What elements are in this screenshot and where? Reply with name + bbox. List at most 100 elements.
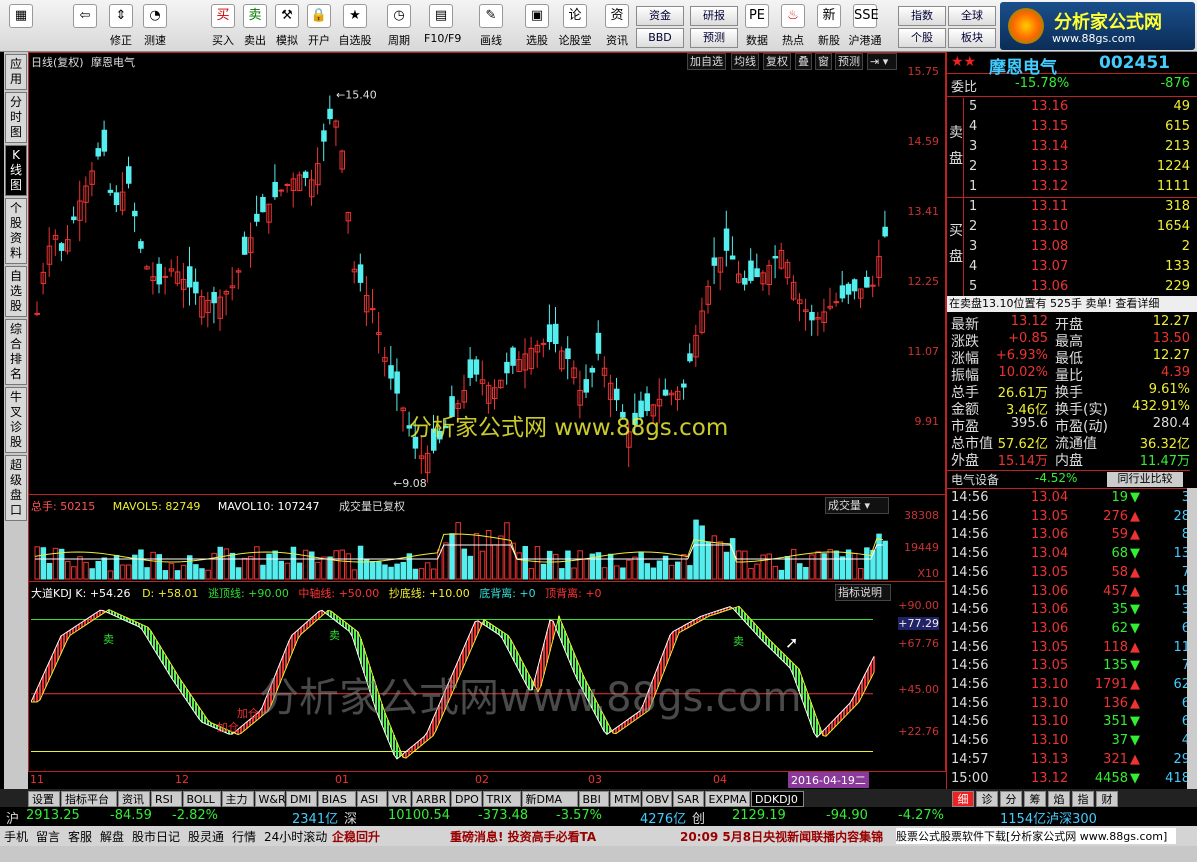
side-tab[interactable]: 超级盘口 [5, 455, 27, 521]
toolbar-button-hot[interactable]: ♨ 热点 [776, 2, 810, 50]
toolbar-button-arrow-left[interactable]: ⇦ [68, 2, 102, 50]
arrow-down-icon: ▼ [1130, 546, 1140, 562]
compare-button[interactable]: 同行业比较 [1107, 472, 1183, 487]
toolbar-button-ipo[interactable]: 新新股 [812, 2, 846, 50]
status-item[interactable]: 留言 [36, 828, 60, 845]
status-item[interactable]: 24小时滚动 [264, 828, 327, 845]
formula-tab[interactable]: VR [388, 791, 411, 807]
status-item[interactable]: 手机 [4, 828, 28, 845]
toolbar-button-hk[interactable]: SSE 沪港通 [848, 2, 882, 50]
quick-button[interactable]: BBD [636, 28, 684, 48]
toolbar-button-hammer[interactable]: ⚒ 模拟 [270, 2, 304, 50]
side-tab[interactable]: 分时图 [5, 92, 27, 143]
status-msg[interactable]: 20:09 5月8日央视新闻联播内容集锦 [680, 828, 883, 845]
toolbar-button-star[interactable]: ★ 自选股 [338, 2, 372, 50]
volume-bar [479, 550, 486, 580]
chart-button[interactable]: 加自选 [687, 53, 726, 70]
status-msg[interactable]: 重磅消息! 投资高手必看TA [450, 828, 596, 845]
status-msg[interactable]: 企稳回升 [332, 828, 380, 845]
toolbar-button-buy[interactable]: 买买入 [206, 2, 240, 50]
formula-tab[interactable]: ASI [356, 791, 387, 807]
chart-button[interactable]: 叠 [795, 53, 812, 70]
formula-tab[interactable]: DDKDJ0 [751, 791, 804, 807]
toolbar-button-grid[interactable]: ▦ [4, 2, 38, 50]
formula-tab[interactable]: ARBR [412, 791, 450, 807]
info-bar[interactable]: 在卖盘13.10位置有 525手 卖单! 查看详细 [947, 296, 1197, 312]
stat-row: 外盘 15.14万 内盘 11.47万 [947, 450, 1190, 469]
toolbar-button-select[interactable]: ▣ 选股 [520, 2, 554, 50]
volume-bar [876, 533, 882, 580]
formula-tab[interactable]: RSI [151, 791, 182, 807]
toolbar-label: F10/F9 [424, 32, 462, 45]
right-panel-tab[interactable]: 分 [1000, 791, 1022, 807]
quick-button[interactable]: 指数 [898, 6, 946, 26]
toolbar-button-chat[interactable]: 论论股堂 [558, 2, 592, 50]
volume-chart[interactable] [31, 515, 891, 580]
status-item[interactable]: 客服 [68, 828, 92, 845]
formula-tab[interactable]: 新DMA [521, 791, 578, 807]
status-item[interactable]: 股灵通 [188, 828, 224, 845]
toolbar-button-lock[interactable]: 🔒 开户 [302, 2, 336, 50]
formula-tab[interactable]: 指标平台 [61, 791, 117, 807]
formula-tab[interactable]: 主力 [221, 791, 254, 807]
side-tab[interactable]: 应用 [5, 54, 27, 90]
formula-tab[interactable]: BOLL [182, 791, 221, 807]
status-ad[interactable]: 股票公式股票软件下载[分析家公式网 www.88gs.com] [896, 828, 1176, 844]
volume-bar [400, 562, 406, 580]
quick-button[interactable]: 预测 [690, 28, 738, 48]
side-tab[interactable]: 个股资料 [5, 198, 27, 264]
right-panel-tab[interactable]: 筹 [1024, 791, 1046, 807]
toolbar-button-arrow-updown[interactable]: ⇕ 修正 [104, 2, 138, 50]
right-panel-tab[interactable]: 指 [1072, 791, 1094, 807]
toolbar-button-sell[interactable]: 卖卖出 [238, 2, 272, 50]
pin-icon[interactable]: ⇥ ▾ [867, 53, 897, 70]
toolbar-button-news[interactable]: 资资讯 [600, 2, 634, 50]
right-panel-tab[interactable]: 细 [952, 791, 974, 807]
status-item[interactable]: 解盘 [100, 828, 124, 845]
x-axis-label: 02 [475, 773, 489, 786]
quick-button[interactable]: 研报 [690, 6, 738, 26]
quick-button[interactable]: 全球 [948, 6, 996, 26]
chart-button[interactable]: 均线 [731, 53, 759, 70]
formula-tab[interactable]: OBV [641, 791, 672, 807]
toolbar-button-doc[interactable]: ▤ F10/F9 [424, 2, 462, 50]
status-item[interactable]: 股市日记 [132, 828, 180, 845]
volume-bar [223, 548, 230, 580]
scrollbar[interactable] [1187, 488, 1197, 792]
formula-tab[interactable]: MTM [610, 791, 641, 807]
formula-tab[interactable]: 资讯 [118, 791, 150, 807]
tick-time: 14:56 [951, 546, 989, 562]
status-item[interactable]: 行情 [232, 828, 256, 845]
stock-name: 摩恩电气 [989, 58, 1057, 78]
clock-icon: ◷ [387, 4, 411, 28]
chart-button[interactable]: 复权 [763, 53, 791, 70]
formula-tab[interactable]: DPO [451, 791, 482, 807]
volume-bar [534, 546, 541, 580]
formula-tab[interactable]: BIAS [317, 791, 356, 807]
toolbar-button-pen[interactable]: ✎ 画线 [474, 2, 508, 50]
volume-menu-button[interactable]: 成交量 ▾ [825, 497, 889, 514]
side-tab[interactable]: 自选股 [5, 266, 27, 317]
quick-button[interactable]: 个股 [898, 28, 946, 48]
right-panel-tab[interactable]: 财 [1096, 791, 1118, 807]
quick-button[interactable]: 板块 [948, 28, 996, 48]
side-tab[interactable]: 综合排名 [5, 319, 27, 385]
chart-button[interactable]: 窗 [815, 53, 832, 70]
formula-tab[interactable]: TRIX [482, 791, 521, 807]
formula-tab[interactable]: 设置 [28, 791, 60, 807]
right-panel-tab[interactable]: 焰 [1048, 791, 1070, 807]
side-tab[interactable]: K线图 [5, 145, 27, 196]
chart-button[interactable]: 预测 [835, 53, 863, 70]
formula-tab[interactable]: SAR [673, 791, 704, 807]
toolbar-button-pe[interactable]: PE 数据 [740, 2, 774, 50]
formula-tab[interactable]: BBI [578, 791, 609, 807]
formula-tab[interactable]: EXPMA [704, 791, 750, 807]
right-panel-tab[interactable]: 诊 [976, 791, 998, 807]
toolbar-button-clock[interactable]: ◷ 周期 [382, 2, 416, 50]
formula-tab[interactable]: DMI [286, 791, 317, 807]
toolbar-button-gauge[interactable]: ◔ 测速 [138, 2, 172, 50]
side-tab[interactable]: 牛叉诊股 [5, 387, 27, 453]
tick-row: 14:56 13.05 135 ▼ 7 [947, 658, 1190, 676]
formula-tab[interactable]: W&R [254, 791, 286, 807]
quick-button[interactable]: 资金 [636, 6, 684, 26]
